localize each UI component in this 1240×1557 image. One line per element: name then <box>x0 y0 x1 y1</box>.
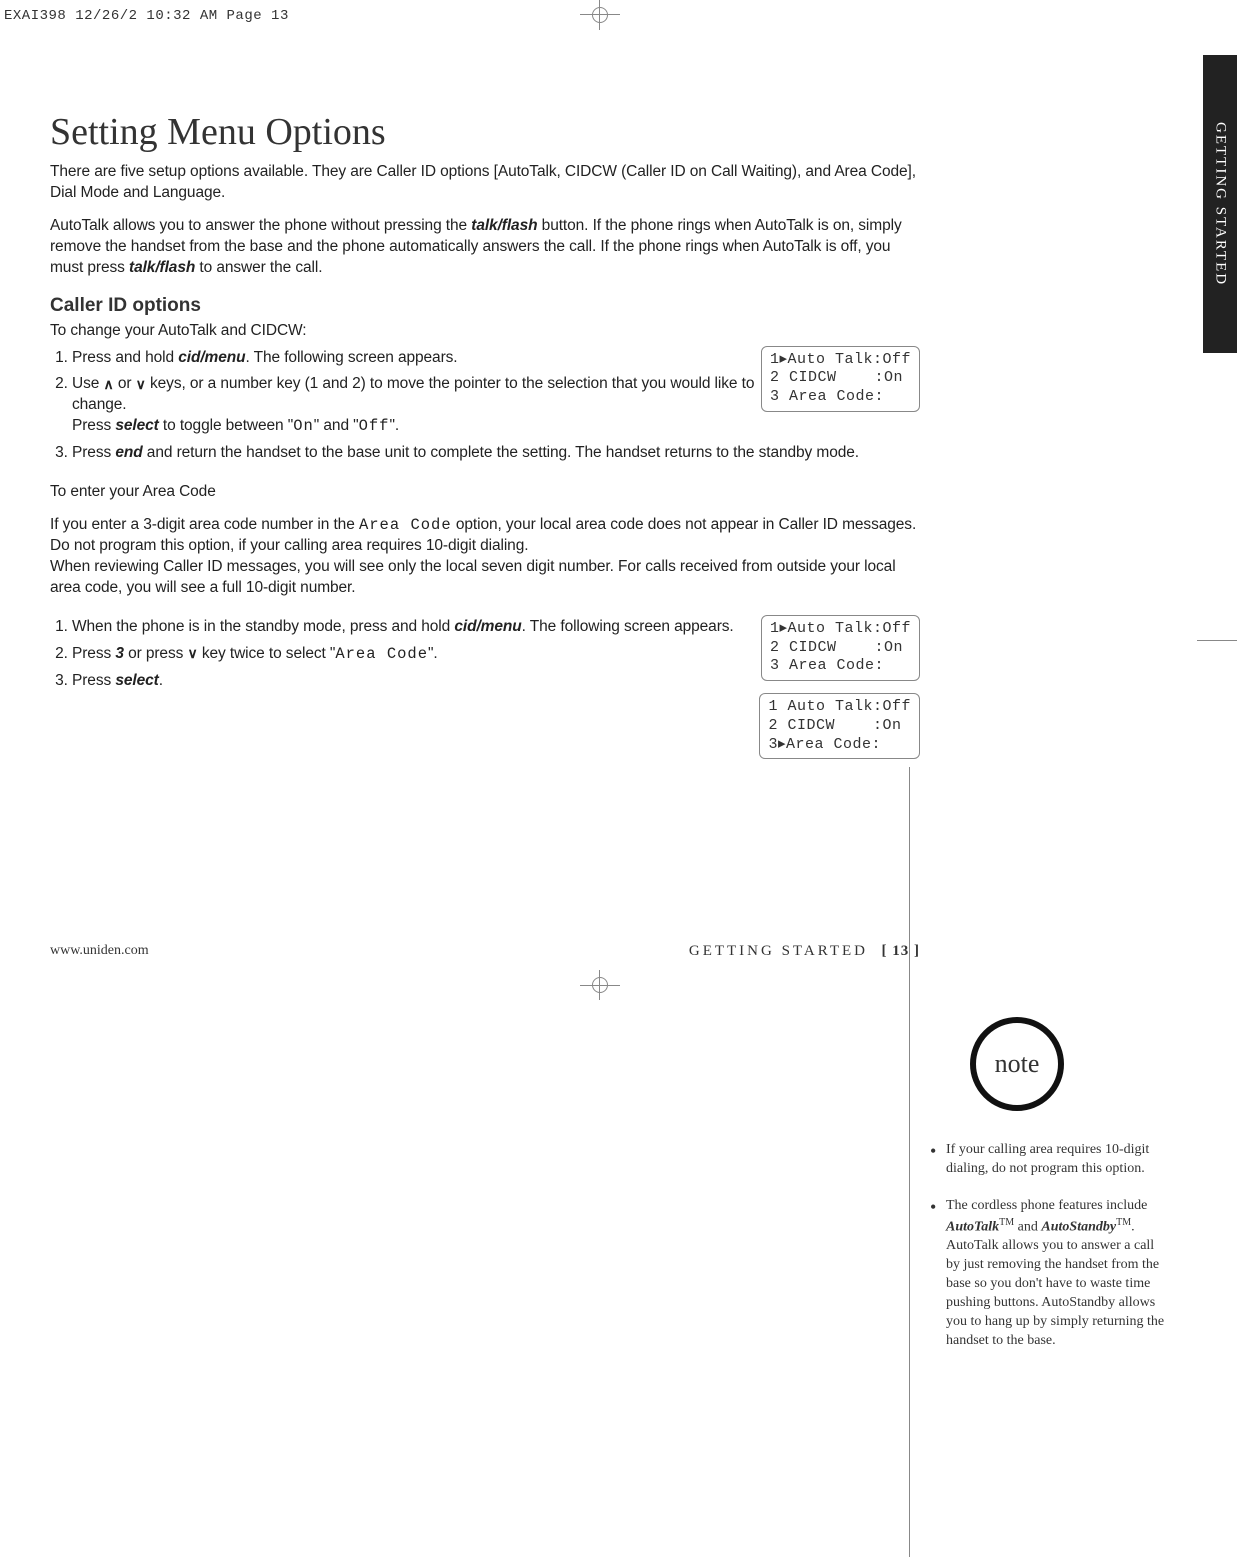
text: When reviewing Caller ID messages, you w… <box>50 558 896 596</box>
tm-icon: TM <box>999 1217 1014 1228</box>
note-badge: note <box>970 1017 1064 1111</box>
text: key twice to select " <box>198 645 336 662</box>
main-column: Setting Menu Options There are five setu… <box>50 80 920 767</box>
end-label: end <box>115 444 142 461</box>
side-tab: GETTING STARTED <box>1203 55 1237 353</box>
text: Press <box>72 645 115 662</box>
crop-mark-bottom <box>580 970 620 1000</box>
text: Press <box>72 417 115 434</box>
note-item-1: If your calling area requires 10-digit d… <box>930 1141 1170 1179</box>
lcd-screen-3: 1 Auto Talk:Off 2 CIDCW :On 3▸Area Code: <box>759 693 920 759</box>
text: keys, or a number key (1 and 2) to move … <box>72 375 754 413</box>
text: . <box>159 672 163 689</box>
autotalk-tm: AutoTalk <box>946 1220 999 1235</box>
select-label: select <box>115 417 158 434</box>
text: . AutoTalk allows you to answer a call b… <box>946 1220 1164 1348</box>
text: to answer the call. <box>195 259 322 276</box>
talk-flash-label: talk/flash <box>129 259 195 276</box>
step-3: Press end and return the handset to the … <box>72 443 920 464</box>
footer-page: GETTING STARTED [ 13 ] <box>689 943 920 960</box>
talk-flash-label: talk/flash <box>471 217 537 234</box>
text: Use <box>72 375 103 392</box>
side-rule <box>1197 640 1237 641</box>
text: to toggle between " <box>159 417 294 434</box>
crop-mark-top <box>580 0 620 30</box>
text: or press <box>124 645 188 662</box>
footer-section: GETTING STARTED <box>689 943 868 959</box>
cid-menu-label: cid/menu <box>454 618 521 635</box>
intro-text: There are five setup options available. … <box>50 162 920 204</box>
lcd-area-code: Area Code <box>335 645 428 663</box>
note-label: note <box>995 1049 1040 1079</box>
autostandby-tm: AutoStandby <box>1041 1220 1116 1235</box>
text: If you enter a 3-digit area code number … <box>50 516 359 533</box>
sub-intro: To change your AutoTalk and CIDCW: <box>50 321 920 342</box>
side-tab-label: GETTING STARTED <box>1212 122 1229 286</box>
text: ". <box>389 417 399 434</box>
text: When the phone is in the standby mode, p… <box>72 618 454 635</box>
text: . The following screen appears. <box>522 618 734 635</box>
note-item-2: The cordless phone features include Auto… <box>930 1197 1170 1351</box>
text: " and " <box>314 417 359 434</box>
lcd-on: On <box>293 417 314 435</box>
tm-icon: TM <box>1116 1217 1131 1228</box>
text: Press <box>72 672 115 689</box>
area-code-heading: To enter your Area Code <box>50 482 920 503</box>
text: and return the handset to the base unit … <box>143 444 859 461</box>
print-header: EXAI398 12/26/2 10:32 AM Page 13 <box>0 0 1240 24</box>
cid-menu-label: cid/menu <box>178 349 245 366</box>
caller-id-heading: Caller ID options <box>50 295 920 317</box>
lcd-area-code: Area Code <box>359 516 452 534</box>
lcd-off: Off <box>359 417 390 435</box>
text: The cordless phone features include <box>946 1198 1147 1213</box>
select-label: select <box>115 672 158 689</box>
text: or <box>114 375 136 392</box>
key-3-label: 3 <box>115 645 124 662</box>
lcd-screen-2: 1▸Auto Talk:Off 2 CIDCW :On 3 Area Code: <box>761 615 920 681</box>
text: ". <box>428 645 438 662</box>
text: and <box>1014 1220 1041 1235</box>
up-arrow-icon: ∧ <box>103 375 113 394</box>
sidebar: note If your calling area requires 10-di… <box>909 767 1170 1557</box>
footer-url: www.uniden.com <box>50 943 149 959</box>
down-arrow-icon: ∨ <box>136 375 146 394</box>
footer-pagenum: [ 13 ] <box>882 943 921 959</box>
footer: www.uniden.com GETTING STARTED [ 13 ] <box>50 943 920 960</box>
lcd-screen-1: 1▸Auto Talk:Off 2 CIDCW :On 3 Area Code: <box>761 346 920 412</box>
area-code-para: If you enter a 3-digit area code number … <box>50 515 920 599</box>
text: . The following screen appears. <box>245 349 457 366</box>
down-arrow-icon: ∨ <box>187 644 197 663</box>
text: Press <box>72 444 115 461</box>
page-title: Setting Menu Options <box>50 110 920 154</box>
text: Press and hold <box>72 349 178 366</box>
text: AutoTalk allows you to answer the phone … <box>50 217 471 234</box>
autotalk-paragraph: AutoTalk allows you to answer the phone … <box>50 216 920 279</box>
